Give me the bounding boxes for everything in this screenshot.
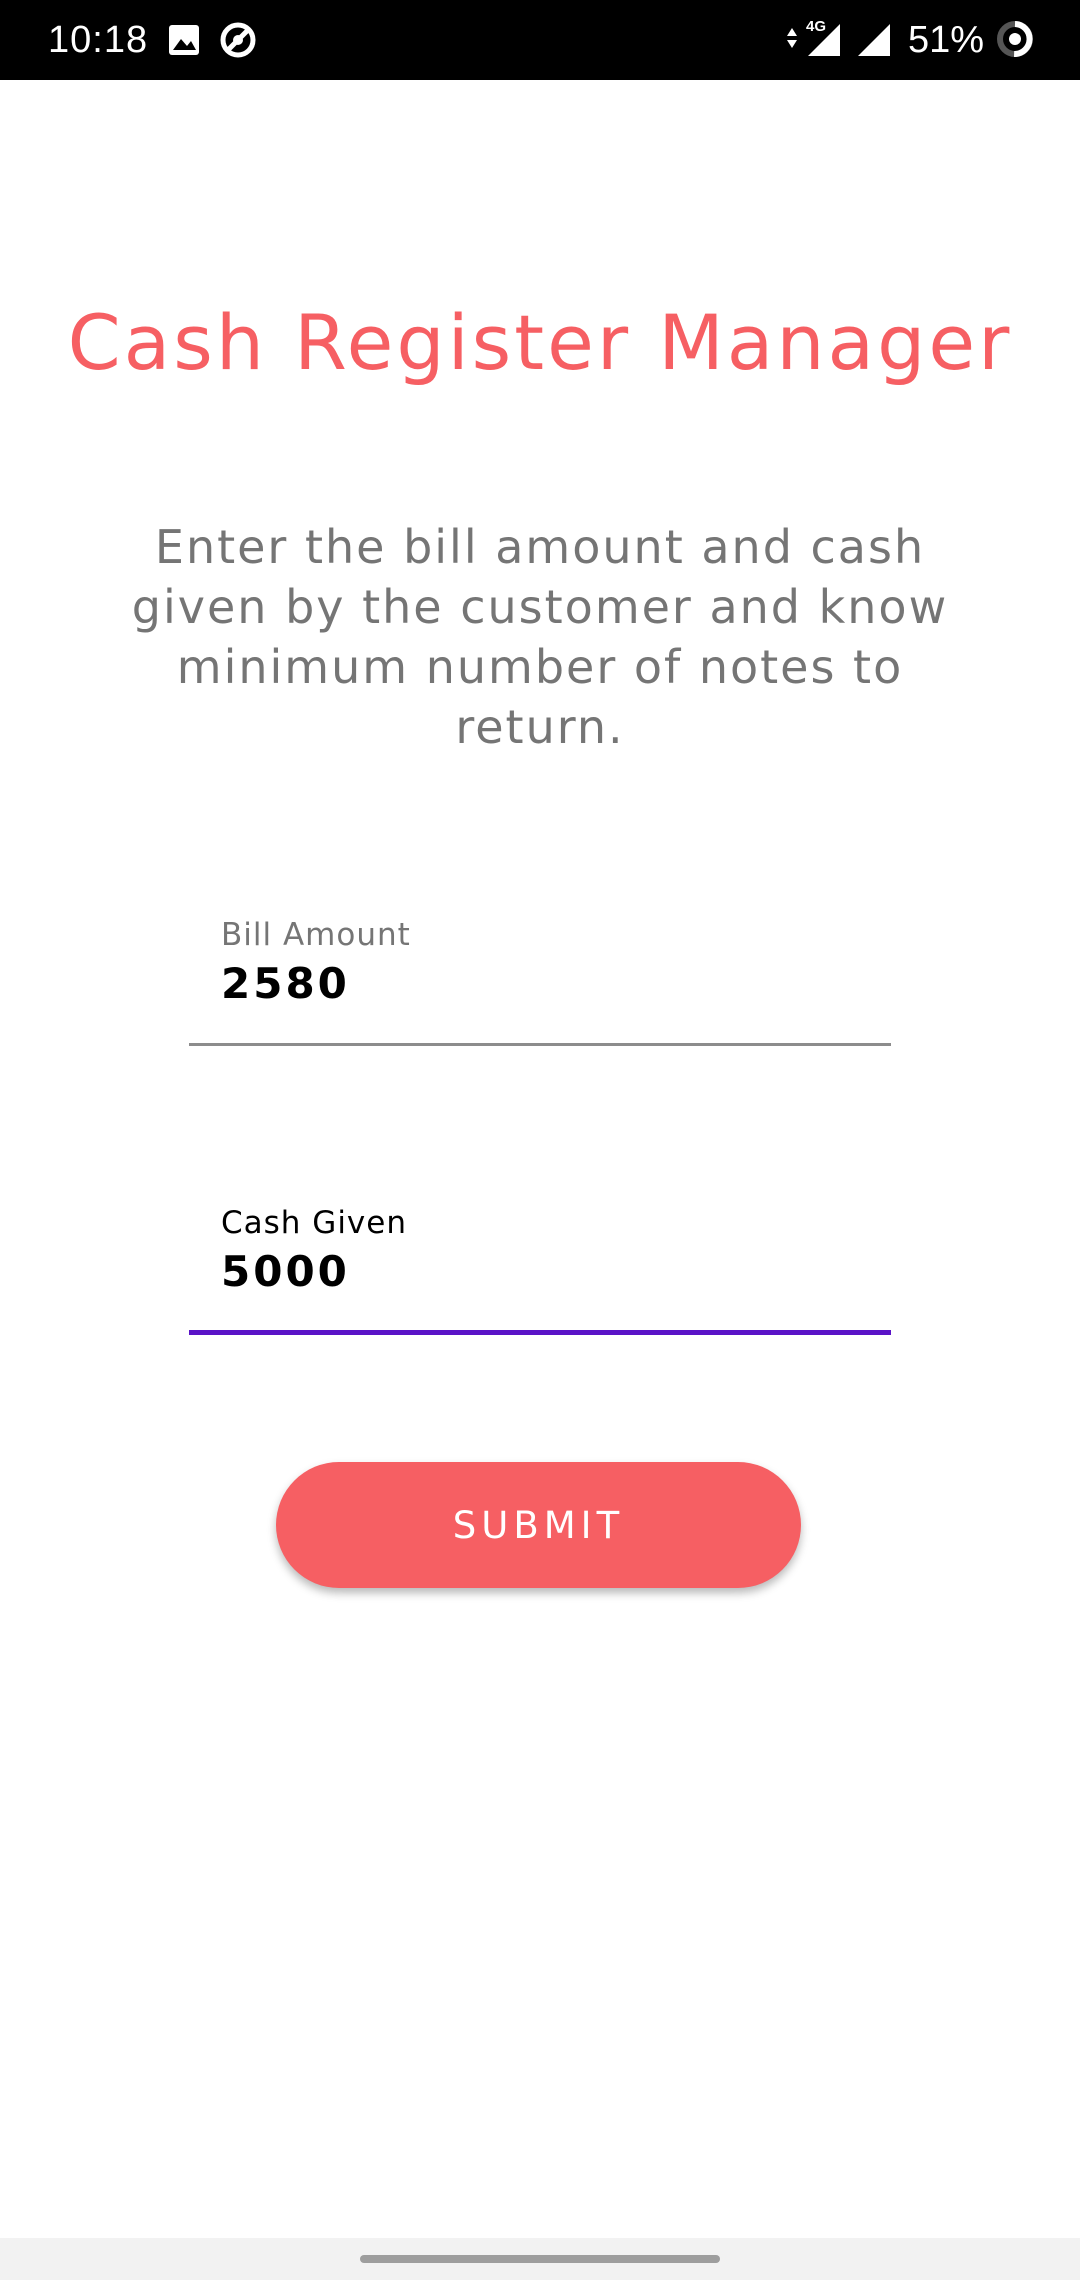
submit-button[interactable]: SUBMIT [276,1462,801,1588]
bill-amount-underline [189,1043,891,1046]
cash-given-field[interactable]: Cash Given 5000 [189,1188,891,1338]
bill-amount-input[interactable]: 2580 [221,956,350,1012]
image-icon [169,25,199,55]
battery-percentage: 51% [908,19,985,61]
status-time: 10:18 [48,19,149,61]
signal-icon [858,24,890,56]
status-bar: 10:18 4G 51% [0,0,1080,80]
sync-icon [220,22,256,58]
signal-icon [808,24,840,56]
cash-given-input[interactable]: 5000 [221,1244,350,1300]
cash-given-label: Cash Given [221,1205,407,1241]
app-title: Cash Register Manager [67,298,1013,387]
bill-amount-label: Bill Amount [221,917,411,953]
cash-given-underline [189,1330,891,1335]
app-description: Enter the bill amount and cash given by … [131,520,949,754]
bill-amount-field[interactable]: Bill Amount 2580 [189,900,891,1050]
gesture-handle[interactable] [360,2255,720,2263]
battery-ring-icon [997,21,1033,58]
